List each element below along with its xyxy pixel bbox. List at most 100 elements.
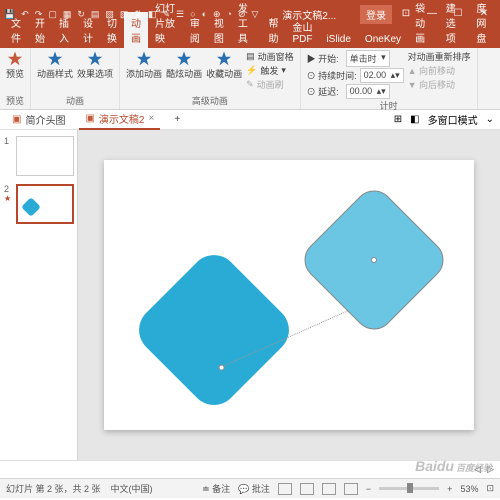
- qat-redo-icon[interactable]: ↷: [35, 9, 43, 20]
- center-handle[interactable]: [370, 256, 378, 264]
- rounded-diamond-shape-2[interactable]: [296, 182, 452, 338]
- slideshow-view-icon[interactable]: [344, 483, 358, 495]
- sorter-view-icon[interactable]: [300, 483, 314, 495]
- tab-pocket[interactable]: 口袋动画: [408, 0, 439, 48]
- watermark: Baidu百度经验: [415, 458, 492, 474]
- start-label: ▶ 开始:: [307, 52, 343, 65]
- normal-view-icon[interactable]: [278, 483, 292, 495]
- zoom-level[interactable]: 53%: [460, 484, 478, 494]
- tab-developer[interactable]: 开发工具: [231, 0, 262, 48]
- preview-button[interactable]: 预览: [6, 50, 24, 80]
- anim-brush-button[interactable]: ✎动画刷: [246, 78, 294, 91]
- fit-window-icon[interactable]: ⊡: [486, 483, 494, 494]
- add-animation-button[interactable]: 添加动画: [126, 50, 162, 80]
- qat-icon[interactable]: ☰: [176, 9, 184, 20]
- collect-animation-button[interactable]: 收藏动画: [206, 50, 242, 80]
- doc-tab-intro[interactable]: ▣简介头图: [6, 110, 71, 129]
- brush-icon: ✎: [246, 79, 254, 90]
- effect-options-button[interactable]: 效果选项: [77, 50, 113, 80]
- group-preview-label: 预览: [6, 94, 24, 107]
- slide-counter: 幻灯片 第 2 张，共 2 张: [6, 482, 101, 495]
- start-combo[interactable]: 单击时▾: [346, 50, 390, 67]
- thumb-number: 1: [4, 136, 14, 146]
- zoom-slider[interactable]: [379, 487, 439, 490]
- view-icon[interactable]: ⊞: [394, 114, 402, 125]
- anim-style-button[interactable]: 动画样式: [37, 50, 73, 80]
- rounded-diamond-shape-1[interactable]: [129, 245, 299, 415]
- slide-canvas[interactable]: [104, 160, 474, 430]
- multi-window-label[interactable]: 多窗口模式: [428, 112, 478, 127]
- qat-icon[interactable]: ▦: [63, 9, 72, 20]
- qat-icon[interactable]: ⇅: [134, 9, 142, 20]
- trigger-button[interactable]: ⚡触发▾: [246, 64, 294, 77]
- star-icon: [46, 50, 64, 68]
- tab-pdf[interactable]: 金山PDF: [285, 16, 319, 48]
- notes-button[interactable]: ≐ 备注: [202, 482, 230, 495]
- qat-undo-icon[interactable]: ↶: [21, 9, 29, 20]
- cool-animation-button[interactable]: 酷炫动画: [166, 50, 202, 80]
- duration-label: ⊙ 持续时间:: [307, 69, 357, 82]
- qat-icon[interactable]: ▧: [105, 9, 114, 20]
- ribbon-tabs: 文件 开始 插入 设计 切换 动画 幻灯片放映 审阅 视图 开发工具 帮助 金山…: [0, 28, 500, 48]
- duration-spinner[interactable]: 02.00▴▾: [360, 68, 404, 83]
- qat-icon[interactable]: ▨: [120, 9, 129, 20]
- qat-icon[interactable]: ▤: [91, 9, 100, 20]
- status-bar: 幻灯片 第 2 张，共 2 张 中文(中国) ≐ 备注 💬 批注 − + 53%…: [0, 478, 500, 498]
- thumbnail-1[interactable]: 1: [4, 136, 73, 176]
- group-anim-label: 动画: [37, 94, 113, 107]
- close-tab-icon[interactable]: ×: [148, 113, 154, 124]
- reading-view-icon[interactable]: [322, 483, 336, 495]
- pane-icon: ▤: [246, 51, 255, 62]
- view-icon[interactable]: ◧: [410, 114, 419, 125]
- trigger-icon: ⚡: [246, 65, 257, 76]
- move-later-button[interactable]: ▼ 向后移动: [408, 78, 471, 91]
- preview-star-icon: [6, 50, 24, 68]
- qat-icon[interactable]: ⊕: [213, 9, 221, 20]
- star-icon: [135, 50, 153, 68]
- star-icon: [215, 50, 233, 68]
- zoom-in-icon[interactable]: +: [447, 484, 452, 494]
- canvas-area: 1: [78, 130, 500, 460]
- anim-indicator-icon: ★: [4, 194, 14, 203]
- collapse-icon[interactable]: ⌄: [486, 114, 494, 125]
- tab-newtab[interactable]: 新建选项: [439, 0, 470, 48]
- login-button[interactable]: 登录: [360, 5, 392, 24]
- comments-button[interactable]: 💬 批注: [238, 482, 270, 495]
- ppt-icon: ▣: [85, 113, 94, 124]
- spinner-icon: ▴▾: [391, 70, 400, 81]
- slide-thumbnails: 1 2 ★: [0, 130, 78, 460]
- zoom-out-icon[interactable]: −: [366, 484, 371, 494]
- main-area: 1 2 ★ 1: [0, 130, 500, 460]
- star-icon: [86, 50, 104, 68]
- chevron-down-icon: ▾: [281, 65, 286, 76]
- qat-icon[interactable]: ▢: [48, 9, 57, 20]
- qat-icon[interactable]: ◐: [202, 9, 207, 19]
- save-icon[interactable]: 💾: [4, 9, 15, 20]
- qat-dropdown-icon[interactable]: ▽: [252, 9, 259, 20]
- qat-icon[interactable]: ◔: [227, 9, 232, 19]
- qat-icon[interactable]: ✎: [163, 9, 171, 20]
- tab-baidu[interactable]: 百度网盘: [469, 0, 500, 48]
- anim-pane-button[interactable]: ▤动画窗格: [246, 50, 294, 63]
- delay-spinner[interactable]: 00.00▴▾: [346, 84, 390, 99]
- doc-tab-presentation2[interactable]: ▣演示文稿2×: [79, 109, 160, 130]
- thumbnail-2[interactable]: 2 ★: [4, 184, 73, 224]
- document-tabs: ▣简介头图 ▣演示文稿2× + ⊞ ◧ 多窗口模式 ⌄: [0, 110, 500, 130]
- language-label[interactable]: 中文(中国): [111, 482, 153, 495]
- tab-islide[interactable]: iSlide: [319, 31, 357, 48]
- qat-icon[interactable]: ◧: [148, 9, 157, 20]
- spinner-icon: ▴▾: [377, 86, 386, 97]
- tab-slideshow[interactable]: 幻灯片放映: [148, 0, 183, 48]
- qat-icon[interactable]: ↻: [77, 9, 85, 20]
- tab-help[interactable]: 帮助: [261, 12, 285, 48]
- chevron-down-icon: ▾: [381, 52, 386, 65]
- qat-icon[interactable]: ○: [190, 9, 195, 19]
- ppt-icon: ▣: [12, 114, 21, 125]
- move-earlier-button[interactable]: ▲ 向前移动: [408, 64, 471, 77]
- thumb-number: 2: [4, 184, 14, 194]
- ribbon: 预览 预览 动画样式 效果选项 动画 添加动画 酷炫动画: [0, 48, 500, 110]
- tab-onekey[interactable]: OneKey: [358, 31, 408, 48]
- qat-icon[interactable]: ⊘: [238, 9, 246, 20]
- thumb-preview: [16, 184, 74, 224]
- new-doc-button[interactable]: +: [168, 112, 186, 127]
